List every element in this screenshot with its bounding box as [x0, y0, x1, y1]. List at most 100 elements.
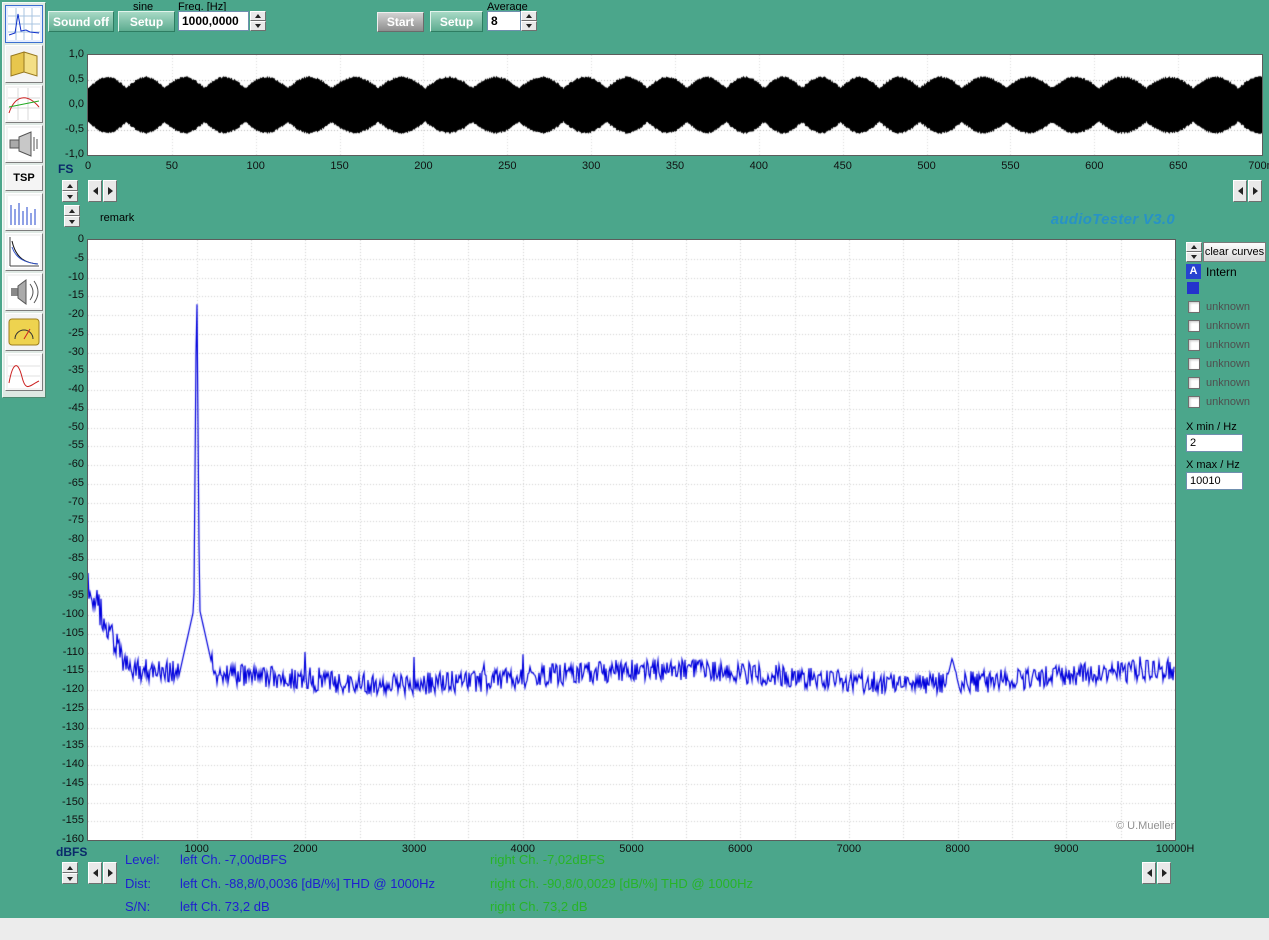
scope-x-tick: 450	[834, 160, 852, 172]
fft-scroll-right-button[interactable]	[103, 862, 117, 884]
average-spinner[interactable]	[521, 11, 537, 31]
fft-y-tick: -25	[44, 327, 84, 339]
scope-scroll-left-end-button[interactable]	[1233, 180, 1247, 202]
curve-5-label: unknown	[1206, 377, 1250, 389]
remark-label[interactable]: remark	[100, 212, 134, 224]
fft-x-tick: 5000	[619, 843, 643, 855]
level-left-value: left Ch. -7,00dBFS	[180, 852, 287, 867]
tsp-measurement-tool-button[interactable]: TSP	[5, 165, 43, 191]
fft-scale-down[interactable]	[62, 873, 78, 884]
fft-y-tick: -100	[44, 608, 84, 620]
left-arrow-icon	[93, 187, 98, 195]
curve-3-label: unknown	[1206, 339, 1250, 351]
sn-label: S/N:	[125, 899, 150, 914]
curve-5-checkbox[interactable]	[1188, 377, 1200, 389]
speaker-icon	[7, 275, 41, 309]
frequency-input[interactable]	[178, 11, 249, 31]
fft-y-tick: -120	[44, 683, 84, 695]
fft-y-tick: -15	[44, 289, 84, 301]
scope-y-tick: -1,0	[44, 148, 84, 160]
loudspeaker-tool-button[interactable]	[5, 273, 43, 311]
frequency-spinner[interactable]	[250, 11, 266, 31]
fft-x-tick: 6000	[728, 843, 752, 855]
step-response-tool-button[interactable]	[5, 233, 43, 271]
xmax-input[interactable]	[1186, 472, 1243, 490]
fft-unit-label: dBFS	[56, 845, 87, 859]
scope-y-tick: 0,0	[44, 98, 84, 110]
down-arrow-icon	[526, 24, 532, 28]
remark-spinner[interactable]	[64, 205, 80, 227]
curve-select-spinner[interactable]	[1186, 242, 1202, 262]
help-pages-tool-button[interactable]	[5, 45, 43, 83]
dist-label: Dist:	[125, 876, 151, 891]
impedance-tool-button[interactable]	[5, 125, 43, 163]
fft-x-tick: 2000	[293, 843, 317, 855]
xmin-input[interactable]	[1186, 434, 1243, 452]
distortion-tool-button[interactable]	[5, 353, 43, 391]
frequency-spin-down[interactable]	[250, 21, 266, 31]
level-meter-tool-button[interactable]	[5, 313, 43, 351]
curve-3-checkbox[interactable]	[1188, 339, 1200, 351]
generator-setup-button[interactable]: Setup	[118, 11, 175, 32]
down-arrow-icon	[67, 195, 73, 199]
fft-y-tick: -65	[44, 477, 84, 489]
down-arrow-icon	[1191, 255, 1197, 259]
fft-y-tick: -130	[44, 721, 84, 733]
average-input[interactable]	[487, 11, 521, 31]
up-arrow-icon	[255, 14, 261, 18]
analyzer-setup-button[interactable]: Setup	[430, 11, 483, 32]
scope-scroll-right-end-button[interactable]	[1248, 180, 1262, 202]
fft-y-tick: -110	[44, 646, 84, 658]
up-arrow-icon	[69, 209, 75, 213]
average-spin-up[interactable]	[521, 11, 537, 21]
distortion-curve-icon	[7, 355, 41, 389]
fft-scale-spinner[interactable]	[62, 862, 78, 884]
curve-select-down[interactable]	[1186, 252, 1202, 262]
curve-1-checkbox[interactable]	[1188, 301, 1200, 313]
sound-off-button[interactable]: Sound off	[48, 11, 114, 32]
curve-6-checkbox[interactable]	[1188, 396, 1200, 408]
curve-select-up[interactable]	[1186, 242, 1202, 252]
average-spin-down[interactable]	[521, 21, 537, 31]
driver-icon	[7, 127, 41, 161]
fft-scroll-right-end-button[interactable]	[1157, 862, 1171, 884]
fft-analyzer-tool-button[interactable]	[5, 5, 43, 43]
scope-x-tick: 650	[1169, 160, 1187, 172]
fft-y-tick: 0	[44, 233, 84, 245]
left-arrow-icon	[1147, 869, 1152, 877]
intern-curve-label: Intern	[1206, 265, 1237, 279]
remark-spin-up[interactable]	[64, 205, 80, 216]
scope-x-tick: 150	[330, 160, 348, 172]
curve-4-checkbox[interactable]	[1188, 358, 1200, 370]
right-arrow-icon	[108, 187, 113, 195]
fft-scroll-left-button[interactable]	[88, 862, 102, 884]
fft-spectrum-canvas	[88, 240, 1175, 840]
scope-scroll-right-button[interactable]	[103, 180, 117, 202]
scope-y-tick: -0,5	[44, 123, 84, 135]
remark-spin-down[interactable]	[64, 216, 80, 227]
scope-scale-up[interactable]	[62, 180, 78, 191]
curve-4-label: unknown	[1206, 358, 1250, 370]
down-arrow-icon	[69, 220, 75, 224]
curve-2-checkbox[interactable]	[1188, 320, 1200, 332]
scope-scroll-left-button[interactable]	[88, 180, 102, 202]
fft-y-tick: -60	[44, 458, 84, 470]
scope-scale-spinner[interactable]	[62, 180, 78, 202]
gauge-icon	[7, 315, 41, 349]
frequency-response-tool-button[interactable]	[5, 85, 43, 123]
fft-scale-up[interactable]	[62, 862, 78, 873]
start-button[interactable]: Start	[377, 12, 424, 32]
level-right-value: right Ch. -7,02dBFS	[490, 852, 605, 867]
tsp-label: TSP	[13, 172, 34, 184]
left-arrow-icon	[1238, 187, 1243, 195]
frequency-spin-up[interactable]	[250, 11, 266, 21]
fft-x-tick: 3000	[402, 843, 426, 855]
scope-x-tick: 350	[666, 160, 684, 172]
clear-curves-button[interactable]: clear curves	[1203, 242, 1266, 262]
channel-a-badge[interactable]: A	[1186, 264, 1201, 279]
scope-x-tick: 400	[750, 160, 768, 172]
waterfall-tool-button[interactable]	[5, 193, 43, 231]
right-arrow-icon	[108, 869, 113, 877]
fft-scroll-left-end-button[interactable]	[1142, 862, 1156, 884]
scope-scale-down[interactable]	[62, 191, 78, 202]
